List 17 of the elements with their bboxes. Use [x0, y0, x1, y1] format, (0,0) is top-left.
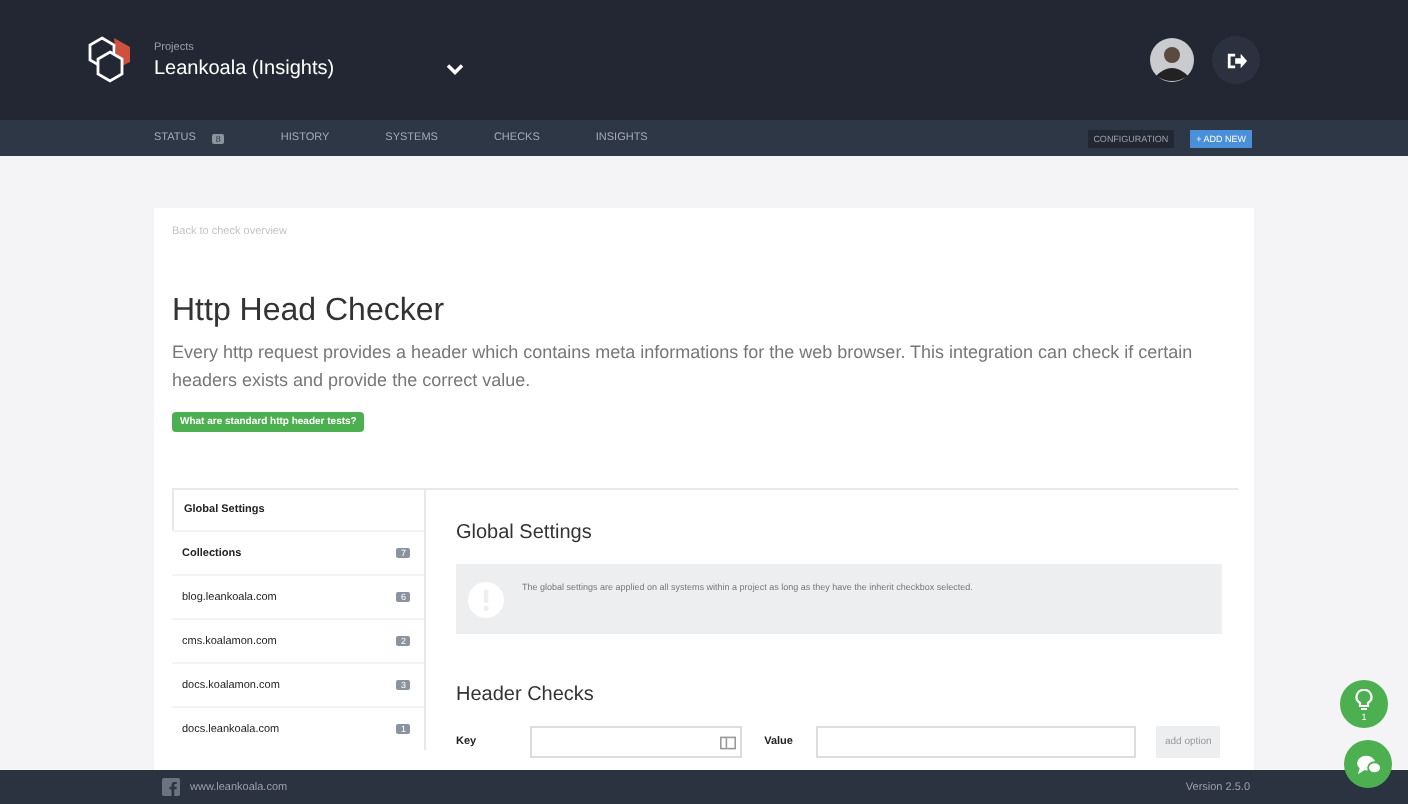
chevron-down-icon[interactable] — [446, 61, 465, 75]
key-field[interactable] — [530, 726, 743, 758]
chat-button[interactable] — [1344, 740, 1392, 788]
section-heading: Header Checks — [456, 684, 596, 706]
value-field[interactable] — [816, 726, 1137, 758]
project-name[interactable]: Leankoala (Insights) — [154, 57, 335, 79]
card-icon — [720, 735, 737, 749]
logout-button[interactable] — [1212, 36, 1260, 84]
facebook-icon[interactable] — [162, 778, 180, 796]
description: Every http request provides a header which contains meta informations for the web browser. This integration can check if certain headers exists and provide the correct value. — [172, 340, 1195, 394]
section-heading: Global Settings — [456, 522, 594, 544]
lightbulb-icon — [1354, 687, 1374, 711]
avatar-icon[interactable] — [1150, 38, 1194, 82]
logout-icon — [1225, 49, 1247, 71]
chat-icon — [1355, 753, 1381, 775]
page-title: Http Head Checker — [172, 294, 447, 330]
hexagon-logo-icon[interactable] — [84, 36, 136, 84]
